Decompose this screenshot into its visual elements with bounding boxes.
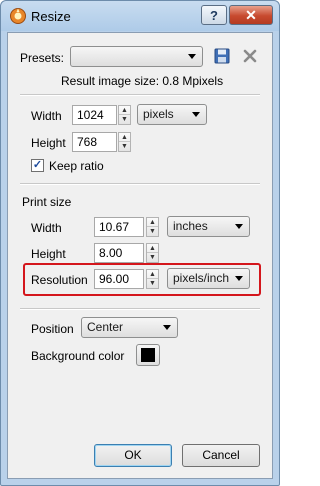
- close-button[interactable]: ✕: [229, 5, 273, 25]
- width-label: Width: [31, 109, 62, 123]
- save-preset-button[interactable]: [212, 46, 232, 66]
- position-value: Center: [87, 320, 124, 334]
- chevron-down-icon: [188, 54, 196, 59]
- resolution-spinner[interactable]: ▲ ▼: [146, 269, 159, 289]
- divider: [20, 183, 260, 185]
- height-input[interactable]: 768: [72, 132, 117, 152]
- width-spinner[interactable]: ▲ ▼: [118, 105, 131, 125]
- position-label: Position: [31, 322, 74, 336]
- print-width-input[interactable]: 10.67: [94, 217, 144, 237]
- print-size-label: Print size: [22, 195, 72, 209]
- print-unit-dropdown[interactable]: inches: [167, 216, 250, 237]
- presets-dropdown[interactable]: [70, 46, 203, 67]
- background-color-label: Background color: [31, 349, 125, 363]
- keep-ratio-checkbox[interactable]: ✓: [31, 159, 44, 172]
- width-input[interactable]: 1024: [72, 105, 117, 125]
- resolution-input[interactable]: 96.00: [94, 269, 144, 289]
- divider: [20, 308, 260, 310]
- help-button[interactable]: ?: [201, 5, 227, 25]
- resolution-unit-value: pixels/inch: [173, 271, 230, 285]
- print-width-spinner[interactable]: ▲ ▼: [146, 217, 159, 237]
- chevron-down-icon: [235, 224, 243, 229]
- ok-button[interactable]: OK: [94, 444, 172, 467]
- cancel-button[interactable]: Cancel: [182, 444, 260, 467]
- chevron-down-icon: [235, 276, 243, 281]
- chevron-down-icon: [192, 112, 200, 117]
- pixel-unit-value: pixels: [143, 107, 174, 121]
- help-icon: ?: [210, 7, 218, 23]
- position-dropdown[interactable]: Center: [81, 317, 178, 338]
- presets-label: Presets:: [20, 51, 65, 65]
- print-height-input[interactable]: 8.00: [94, 243, 144, 263]
- title-bar[interactable]: Resize ? ✕: [1, 1, 279, 31]
- resize-dialog: Resize ? ✕ Presets: Result image size: 0…: [0, 0, 280, 486]
- print-width-label: Width: [31, 221, 62, 235]
- pixel-unit-dropdown[interactable]: pixels: [137, 104, 207, 125]
- print-height-spinner[interactable]: ▲ ▼: [146, 243, 159, 263]
- height-label: Height: [31, 136, 66, 150]
- app-icon: [10, 8, 26, 24]
- divider: [20, 94, 260, 96]
- delete-icon: [243, 49, 257, 63]
- dialog-body: Presets: Result image size: 0.8 Mpixels …: [7, 32, 273, 479]
- resolution-unit-dropdown[interactable]: pixels/inch: [167, 268, 250, 289]
- delete-preset-button[interactable]: [240, 46, 260, 66]
- window-title: Resize: [31, 9, 71, 24]
- resolution-label: Resolution: [31, 273, 88, 287]
- print-height-label: Height: [31, 247, 66, 261]
- keep-ratio-label: Keep ratio: [49, 159, 104, 173]
- height-spinner[interactable]: ▲ ▼: [118, 132, 131, 152]
- result-size-text: Result image size: 0.8 Mpixels: [61, 74, 224, 88]
- color-swatch: [141, 348, 155, 362]
- chevron-down-icon: [163, 325, 171, 330]
- close-icon: ✕: [245, 6, 257, 23]
- background-color-button[interactable]: [136, 344, 160, 366]
- save-icon: [214, 48, 230, 64]
- print-unit-value: inches: [173, 219, 208, 233]
